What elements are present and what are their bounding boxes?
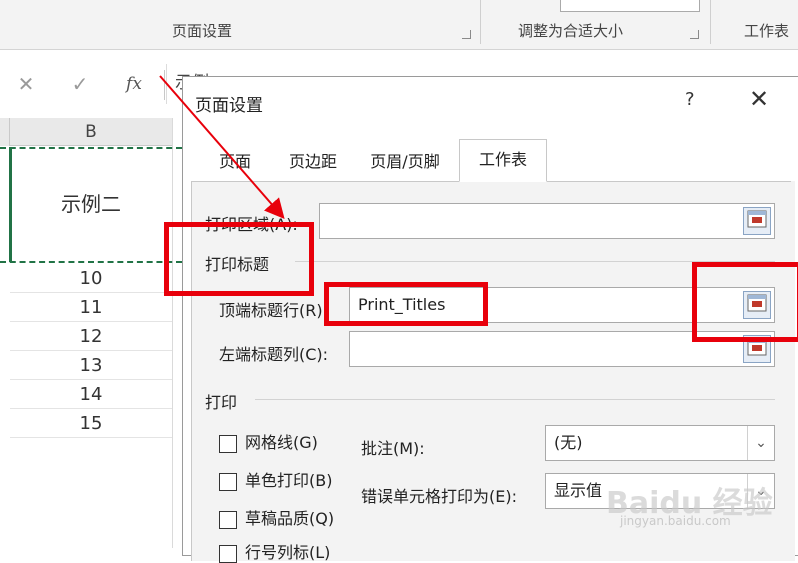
watermark-url: jingyan.baidu.com	[620, 514, 731, 528]
highlight-top-rows-value	[324, 282, 488, 326]
highlight-print-titles	[164, 222, 314, 296]
highlight-collapse-button	[692, 262, 798, 342]
annotation-arrow	[159, 75, 285, 220]
